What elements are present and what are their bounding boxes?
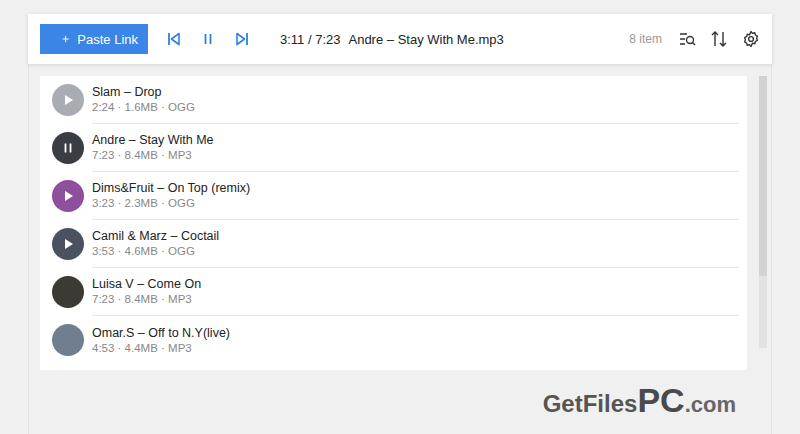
track-cover[interactable] (52, 276, 84, 308)
track-info: Camil & Marz – Coctail3:53 · 4.6MB · OGG (92, 220, 739, 268)
watermark: GetFilesPC.com (543, 381, 736, 420)
track-row[interactable]: Dims&Fruit – On Top (remix)3:23 · 2.3MB … (52, 172, 739, 220)
sort-icon[interactable] (710, 30, 728, 48)
play-icon (61, 189, 75, 203)
track-cover[interactable] (52, 84, 84, 116)
track-title: Dims&Fruit – On Top (remix) (92, 180, 739, 196)
plus-icon (62, 32, 69, 46)
track-meta: 2:24 · 1.6MB · OGG (92, 100, 739, 115)
track-list: Slam – Drop2:24 · 1.6MB · OGGAndre – Sta… (40, 76, 747, 370)
track-row[interactable]: Slam – Drop2:24 · 1.6MB · OGG (52, 76, 739, 124)
app-window: Paste Link 3:11 / 7:23 Andre – Stay With M… (0, 0, 800, 434)
track-row[interactable]: Andre – Stay With Me7:23 · 8.4MB · MP3 (52, 124, 739, 172)
track-info: Dims&Fruit – On Top (remix)3:23 · 2.3MB … (92, 172, 739, 220)
track-title: Omar.S – Off to N.Y(live) (92, 325, 739, 341)
track-title: Andre – Stay With Me (92, 132, 739, 148)
track-cover[interactable] (52, 132, 84, 164)
track-cover[interactable] (52, 324, 84, 356)
gear-icon[interactable] (742, 30, 760, 48)
track-title: Camil & Marz – Coctail (92, 228, 739, 244)
track-info: Slam – Drop2:24 · 1.6MB · OGG (92, 76, 739, 124)
paste-link-button[interactable]: Paste Link (40, 24, 148, 54)
track-row[interactable]: Camil & Marz – Coctail3:53 · 4.6MB · OGG (52, 220, 739, 268)
now-playing-title: Andre – Stay With Me.mp3 (348, 32, 503, 47)
track-cover[interactable] (52, 228, 84, 260)
track-meta: 3:53 · 4.6MB · OGG (92, 244, 739, 259)
scrollbar[interactable] (759, 76, 767, 348)
playback-time: 3:11 / 7:23 (280, 32, 340, 47)
track-cover[interactable] (52, 180, 84, 212)
previous-icon[interactable] (166, 31, 182, 47)
play-icon (61, 237, 75, 251)
track-row[interactable]: Omar.S – Off to N.Y(live)4:53 · 4.4MB · … (52, 316, 739, 364)
track-meta: 4:53 · 4.4MB · MP3 (92, 341, 739, 356)
track-info: Luisa V – Come On7:23 · 8.4MB · MP3 (92, 268, 739, 316)
track-title: Slam – Drop (92, 84, 739, 100)
pause-icon (61, 141, 75, 155)
track-meta: 7:23 · 8.4MB · MP3 (92, 292, 739, 307)
next-icon[interactable] (234, 31, 250, 47)
track-row[interactable]: Luisa V – Come On7:23 · 8.4MB · MP3 (52, 268, 739, 316)
list-search-icon[interactable] (678, 30, 696, 48)
content-area: Slam – Drop2:24 · 1.6MB · OGGAndre – Sta… (28, 64, 772, 434)
track-title: Luisa V – Come On (92, 276, 739, 292)
track-info: Omar.S – Off to N.Y(live)4:53 · 4.4MB · … (92, 316, 739, 364)
track-info: Andre – Stay With Me7:23 · 8.4MB · MP3 (92, 124, 739, 172)
toolbar-right: 8 item (629, 30, 760, 48)
play-icon (61, 93, 75, 107)
scrollbar-thumb[interactable] (759, 76, 767, 276)
playback-controls (166, 31, 250, 47)
now-playing: 3:11 / 7:23 Andre – Stay With Me.mp3 (280, 32, 504, 47)
pause-icon[interactable] (200, 31, 216, 47)
item-count: 8 item (629, 32, 662, 46)
track-meta: 3:23 · 2.3MB · OGG (92, 196, 739, 211)
toolbar: Paste Link 3:11 / 7:23 Andre – Stay With M… (28, 14, 772, 64)
track-meta: 7:23 · 8.4MB · MP3 (92, 148, 739, 163)
